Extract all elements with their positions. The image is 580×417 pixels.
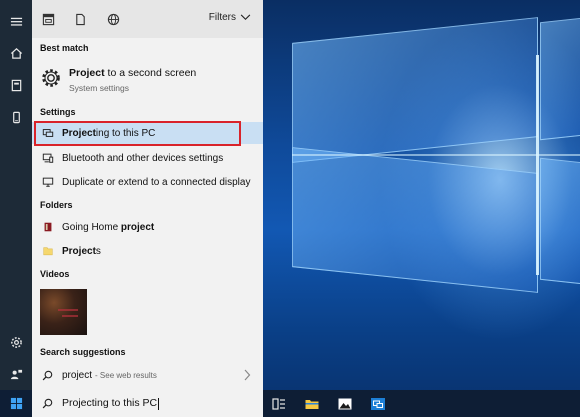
best-match-result[interactable]: Project to a second screen System settin… bbox=[32, 60, 263, 100]
filters-label: Filters bbox=[208, 12, 236, 23]
result-label: Duplicate or extend to a connected displ… bbox=[62, 176, 251, 188]
video-thumbnail[interactable] bbox=[40, 289, 87, 335]
photos-icon bbox=[338, 398, 352, 410]
annotation-highlight-box bbox=[34, 121, 241, 146]
settings-result-bluetooth[interactable]: Bluetooth and other devices settings bbox=[32, 147, 263, 169]
reminders-button[interactable] bbox=[0, 101, 32, 133]
search-input[interactable]: Projecting to this PC bbox=[62, 397, 160, 410]
start-button[interactable] bbox=[0, 390, 32, 417]
thumbnail-detail bbox=[58, 309, 78, 311]
notebook-button[interactable] bbox=[0, 69, 32, 101]
search-icon bbox=[40, 397, 54, 411]
photos-app-button[interactable] bbox=[335, 394, 355, 414]
video-folder-icon bbox=[40, 219, 56, 235]
apps-icon bbox=[42, 13, 54, 25]
person-feedback-icon bbox=[10, 369, 22, 379]
wallpaper-pane bbox=[540, 17, 580, 141]
taskbar: Projecting to this PC bbox=[0, 390, 580, 417]
document-icon bbox=[75, 13, 85, 25]
section-settings: Settings bbox=[40, 107, 76, 117]
web-suggestion-result[interactable]: project - See web results bbox=[32, 364, 263, 386]
hamburger-icon bbox=[10, 17, 22, 26]
best-match-title: Project to a second screen bbox=[69, 67, 197, 79]
section-videos: Videos bbox=[40, 269, 70, 279]
search-results-panel: Filters Best match Project to a second s… bbox=[32, 0, 263, 390]
gear-icon bbox=[10, 336, 22, 348]
wallpaper-pane bbox=[292, 147, 538, 293]
suggestion-suffix: - See web results bbox=[95, 370, 157, 380]
home-icon bbox=[10, 47, 22, 59]
result-label: Projects bbox=[62, 245, 101, 257]
projector-icon bbox=[371, 398, 385, 410]
feedback-button[interactable] bbox=[0, 358, 32, 390]
web-filter-button[interactable] bbox=[105, 11, 121, 27]
notebook-icon bbox=[11, 79, 21, 91]
suggestion-query: project bbox=[62, 369, 93, 381]
taskbar-search-box[interactable]: Projecting to this PC bbox=[32, 390, 263, 417]
chevron-right-icon bbox=[244, 369, 251, 381]
search-filter-bar: Filters bbox=[32, 0, 263, 38]
hamburger-menu-button[interactable] bbox=[0, 5, 32, 37]
section-search-suggestions: Search suggestions bbox=[40, 347, 126, 357]
phone-icon bbox=[12, 111, 20, 123]
result-label: Going Home project bbox=[62, 221, 155, 233]
task-view-button[interactable] bbox=[269, 394, 289, 414]
apps-filter-button[interactable] bbox=[40, 11, 56, 27]
globe-icon bbox=[107, 13, 119, 25]
gear-icon bbox=[40, 67, 62, 89]
search-icon bbox=[40, 368, 54, 382]
file-explorer-button[interactable] bbox=[302, 394, 322, 414]
thumbnail-detail bbox=[62, 315, 78, 317]
windows-logo-icon bbox=[10, 397, 22, 410]
folder-icon bbox=[40, 243, 56, 259]
home-button[interactable] bbox=[0, 37, 32, 69]
settings-button[interactable] bbox=[0, 326, 32, 358]
devices-icon bbox=[40, 150, 56, 166]
settings-result-duplicate-display[interactable]: Duplicate or extend to a connected displ… bbox=[32, 171, 263, 193]
monitor-icon bbox=[40, 174, 56, 190]
filters-dropdown[interactable]: Filters bbox=[209, 12, 251, 23]
text-caret bbox=[158, 397, 160, 410]
folder-result-projects[interactable]: Projects bbox=[32, 240, 263, 262]
start-left-rail bbox=[0, 0, 32, 417]
connect-app-button[interactable] bbox=[368, 394, 388, 414]
chevron-down-icon bbox=[240, 14, 251, 21]
section-best-match: Best match bbox=[40, 43, 89, 53]
result-label: Bluetooth and other devices settings bbox=[62, 152, 224, 164]
wallpaper-pane bbox=[292, 17, 538, 163]
section-folders: Folders bbox=[40, 200, 73, 210]
folder-result-going-home[interactable]: Going Home project bbox=[32, 216, 263, 238]
wallpaper-light-beam bbox=[292, 154, 580, 156]
folder-icon bbox=[305, 400, 319, 409]
documents-filter-button[interactable] bbox=[72, 11, 88, 27]
wallpaper-pane bbox=[540, 157, 580, 285]
best-match-subtitle: System settings bbox=[69, 83, 129, 93]
task-view-icon bbox=[272, 398, 285, 410]
wallpaper-light-beam bbox=[536, 55, 539, 275]
